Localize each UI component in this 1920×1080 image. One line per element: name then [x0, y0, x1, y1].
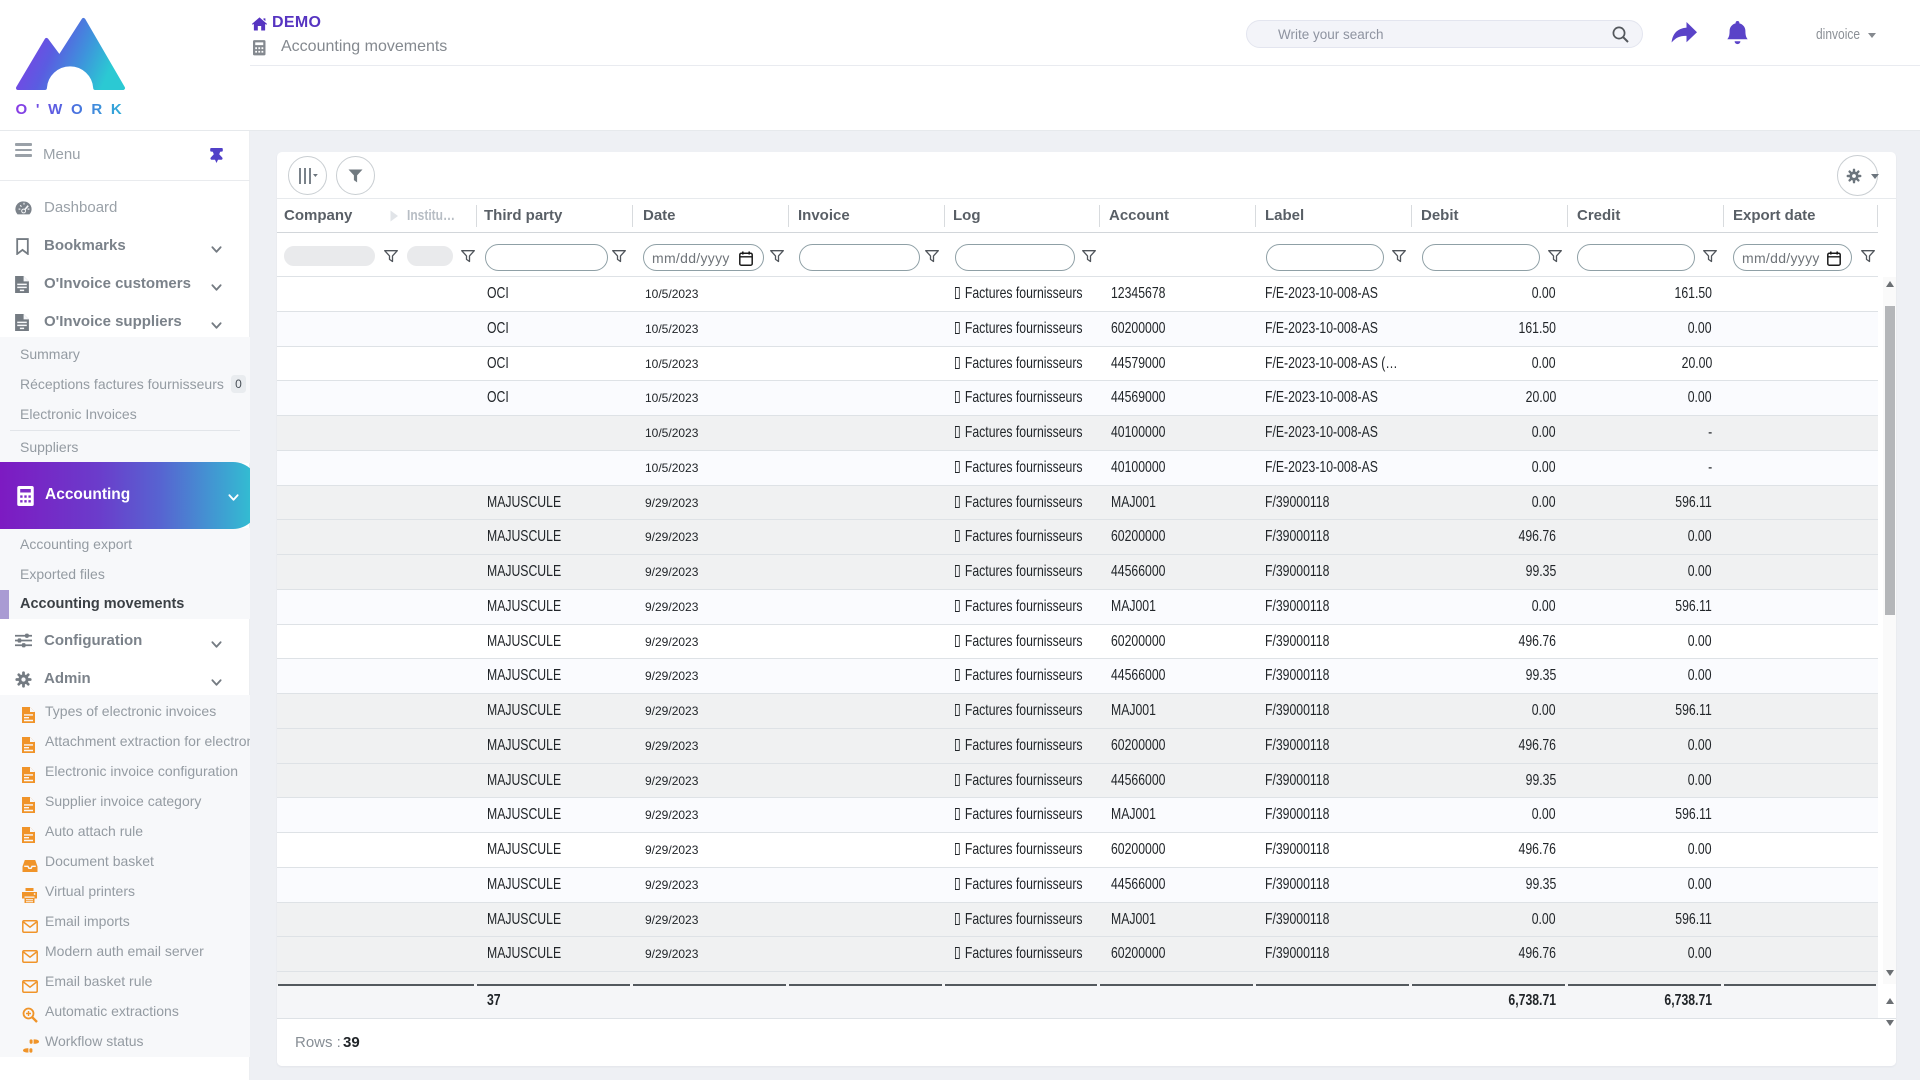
- svg-text:O'WORK: O'WORK: [16, 101, 131, 118]
